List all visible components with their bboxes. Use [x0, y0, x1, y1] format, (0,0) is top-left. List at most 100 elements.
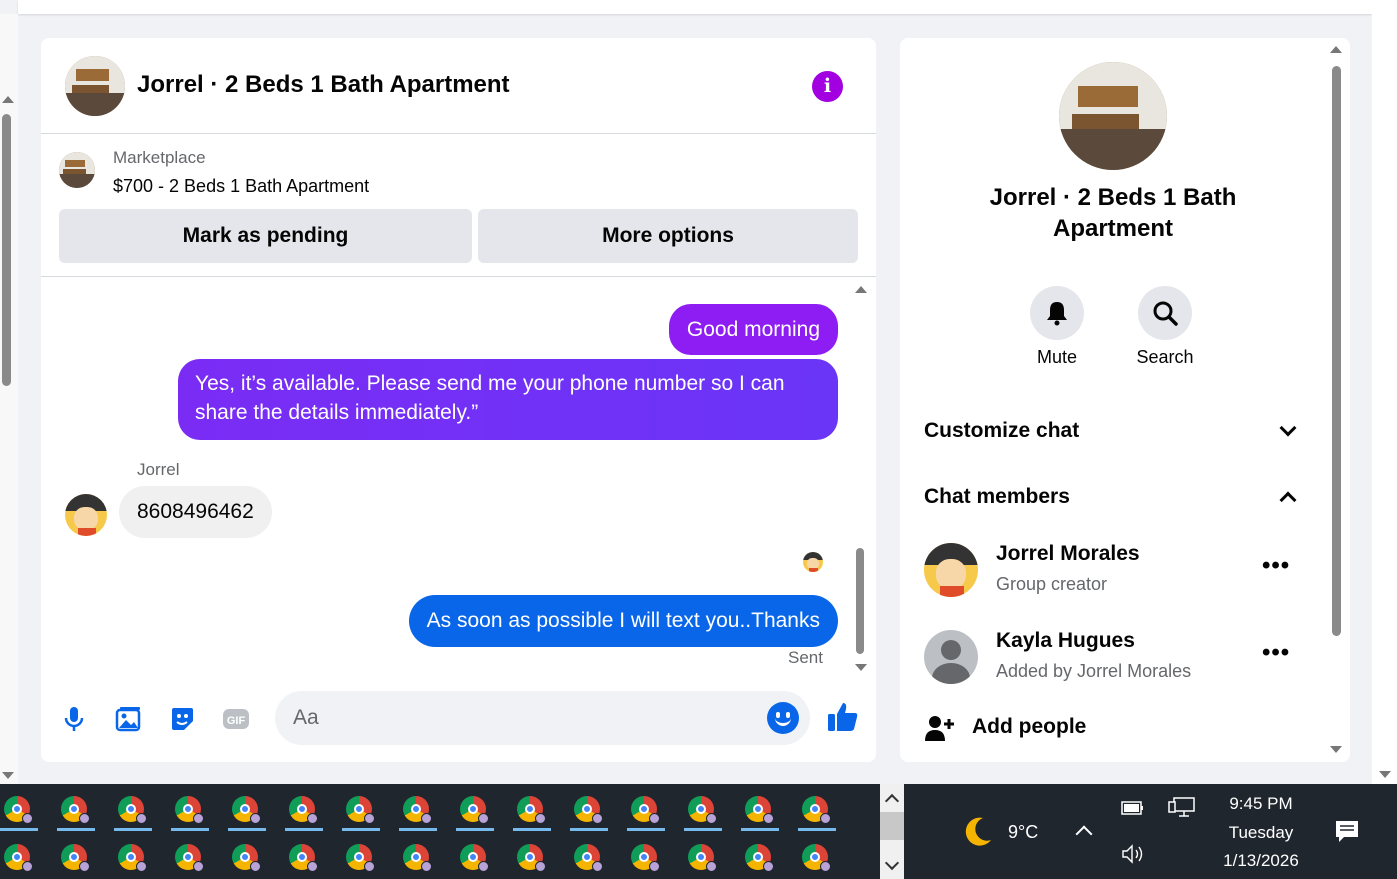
listing-thumbnail[interactable]: [59, 152, 95, 188]
windows-taskbar: 9°C 9:45 PM Tuesday 1/13/2026: [0, 784, 1397, 879]
member-options-icon[interactable]: •••: [1262, 639, 1290, 667]
thumbs-up-icon[interactable]: [826, 700, 860, 734]
chrome-taskbar-icon[interactable]: [4, 844, 33, 872]
chevron-down-icon[interactable]: [1279, 419, 1297, 437]
conversation-avatar-large[interactable]: [1059, 62, 1167, 170]
member-options-icon[interactable]: •••: [1262, 552, 1290, 580]
active-window-indicator: [0, 828, 38, 831]
scroll-down-arrow[interactable]: [1330, 746, 1342, 753]
message-bubble-outgoing[interactable]: Yes, it’s available. Please send me your…: [178, 359, 838, 440]
active-window-indicator: [342, 828, 380, 831]
search-button[interactable]: [1138, 286, 1192, 340]
scroll-thumb[interactable]: [2, 114, 11, 386]
photo-icon[interactable]: [113, 704, 143, 734]
notification-center-icon[interactable]: [1334, 818, 1360, 844]
chrome-taskbar-icon[interactable]: [289, 796, 318, 824]
message-input-container[interactable]: [275, 691, 810, 745]
message-scrollbar[interactable]: [853, 286, 869, 671]
chrome-taskbar-icon[interactable]: [631, 796, 660, 824]
chrome-taskbar-icon[interactable]: [289, 844, 318, 872]
chrome-taskbar-icon[interactable]: [175, 844, 204, 872]
gif-icon[interactable]: GIF: [221, 704, 251, 734]
clock-date[interactable]: 1/13/2026: [1211, 851, 1311, 871]
conversation-avatar[interactable]: [65, 56, 125, 116]
scroll-thumb[interactable]: [1332, 66, 1341, 636]
chrome-taskbar-icon[interactable]: [631, 844, 660, 872]
chrome-taskbar-icon[interactable]: [346, 796, 375, 824]
emoji-icon[interactable]: [767, 702, 799, 734]
panel-scrollbar[interactable]: [1328, 46, 1344, 756]
more-options-button[interactable]: More options: [478, 209, 858, 263]
add-person-icon[interactable]: [924, 713, 954, 743]
active-window-indicator: [513, 828, 551, 831]
info-icon[interactable]: i: [812, 71, 843, 102]
chrome-taskbar-icon[interactable]: [460, 796, 489, 824]
scroll-down-arrow[interactable]: [855, 664, 867, 671]
chrome-taskbar-icon[interactable]: [61, 796, 90, 824]
network-icon[interactable]: [1168, 796, 1196, 818]
battery-icon[interactable]: [1121, 800, 1145, 816]
chrome-taskbar-icon[interactable]: [517, 796, 546, 824]
message-input[interactable]: [293, 691, 763, 745]
mark-as-pending-button[interactable]: Mark as pending: [59, 209, 472, 263]
chrome-taskbar-icon[interactable]: [574, 796, 603, 824]
chrome-taskbar-icon[interactable]: [688, 844, 717, 872]
chrome-taskbar-icon[interactable]: [403, 796, 432, 824]
message-bubble-outgoing[interactable]: As soon as possible I will text you..Tha…: [408, 595, 838, 647]
chrome-taskbar-icon[interactable]: [346, 844, 375, 872]
taskbar-scrollbar[interactable]: [880, 784, 904, 879]
mute-button[interactable]: [1030, 286, 1084, 340]
scroll-down-arrow[interactable]: [1379, 771, 1391, 778]
chat-members-row[interactable]: Chat members: [924, 485, 1070, 509]
listing-title[interactable]: $700 - 2 Beds 1 Bath Apartment: [113, 176, 369, 197]
page-scrollbar-left[interactable]: [0, 14, 18, 784]
chrome-taskbar-icon[interactable]: [403, 844, 432, 872]
customize-chat-row[interactable]: Customize chat: [924, 419, 1079, 443]
chrome-taskbar-icon[interactable]: [118, 796, 147, 824]
chrome-taskbar-icon[interactable]: [574, 844, 603, 872]
chrome-taskbar-icon[interactable]: [802, 844, 831, 872]
add-people-button[interactable]: Add people: [972, 715, 1086, 739]
chevron-up-icon[interactable]: [884, 793, 900, 809]
chrome-taskbar-icon[interactable]: [460, 844, 489, 872]
member-role: Group creator: [996, 574, 1108, 594]
member-avatar-default[interactable]: [924, 630, 978, 684]
sticker-icon[interactable]: [167, 704, 197, 734]
chrome-taskbar-icon[interactable]: [688, 796, 717, 824]
volume-icon[interactable]: [1121, 844, 1147, 864]
chrome-taskbar-icon[interactable]: [802, 796, 831, 824]
scroll-thumb[interactable]: [880, 812, 904, 840]
member-avatar[interactable]: [924, 543, 978, 597]
chevron-down-icon[interactable]: [884, 855, 900, 871]
chrome-taskbar-icon[interactable]: [118, 844, 147, 872]
scroll-down-arrow[interactable]: [2, 772, 14, 779]
chrome-taskbar-icon[interactable]: [232, 844, 261, 872]
clock-time[interactable]: 9:45 PM: [1221, 794, 1301, 814]
chrome-taskbar-icon[interactable]: [175, 796, 204, 824]
member-name[interactable]: Jorrel Morales: [996, 542, 1140, 566]
microphone-icon[interactable]: [59, 704, 89, 734]
active-window-indicator: [456, 828, 494, 831]
chrome-taskbar-icon[interactable]: [745, 844, 774, 872]
moon-weather-icon[interactable]: [959, 814, 995, 850]
scroll-up-arrow[interactable]: [2, 96, 14, 103]
show-hidden-icons-chevron-icon[interactable]: [1075, 825, 1093, 843]
chrome-taskbar-icon[interactable]: [745, 796, 774, 824]
conversation-title[interactable]: Jorrel · 2 Beds 1 Bath Apartment: [137, 71, 510, 99]
message-bubble-outgoing[interactable]: Good morning: [668, 304, 838, 355]
scroll-up-arrow[interactable]: [1330, 46, 1342, 53]
scroll-thumb[interactable]: [856, 548, 864, 654]
conversation-info-panel: Jorrel · 2 Beds 1 Bath Apartment Mute Se…: [900, 38, 1350, 762]
chrome-taskbar-icon[interactable]: [232, 796, 261, 824]
clock-day[interactable]: Tuesday: [1221, 823, 1301, 843]
weather-temperature[interactable]: 9°C: [1008, 822, 1038, 843]
message-bubble-incoming[interactable]: 8608496462: [119, 486, 272, 538]
page-scrollbar-right[interactable]: [1372, 0, 1397, 784]
chrome-taskbar-icon[interactable]: [61, 844, 90, 872]
sender-avatar[interactable]: [65, 494, 107, 536]
chevron-up-icon[interactable]: [1279, 491, 1297, 509]
chrome-taskbar-icon[interactable]: [517, 844, 546, 872]
chrome-taskbar-icon[interactable]: [4, 796, 33, 824]
member-name[interactable]: Kayla Hugues: [996, 629, 1135, 653]
scroll-up-arrow[interactable]: [855, 286, 867, 293]
